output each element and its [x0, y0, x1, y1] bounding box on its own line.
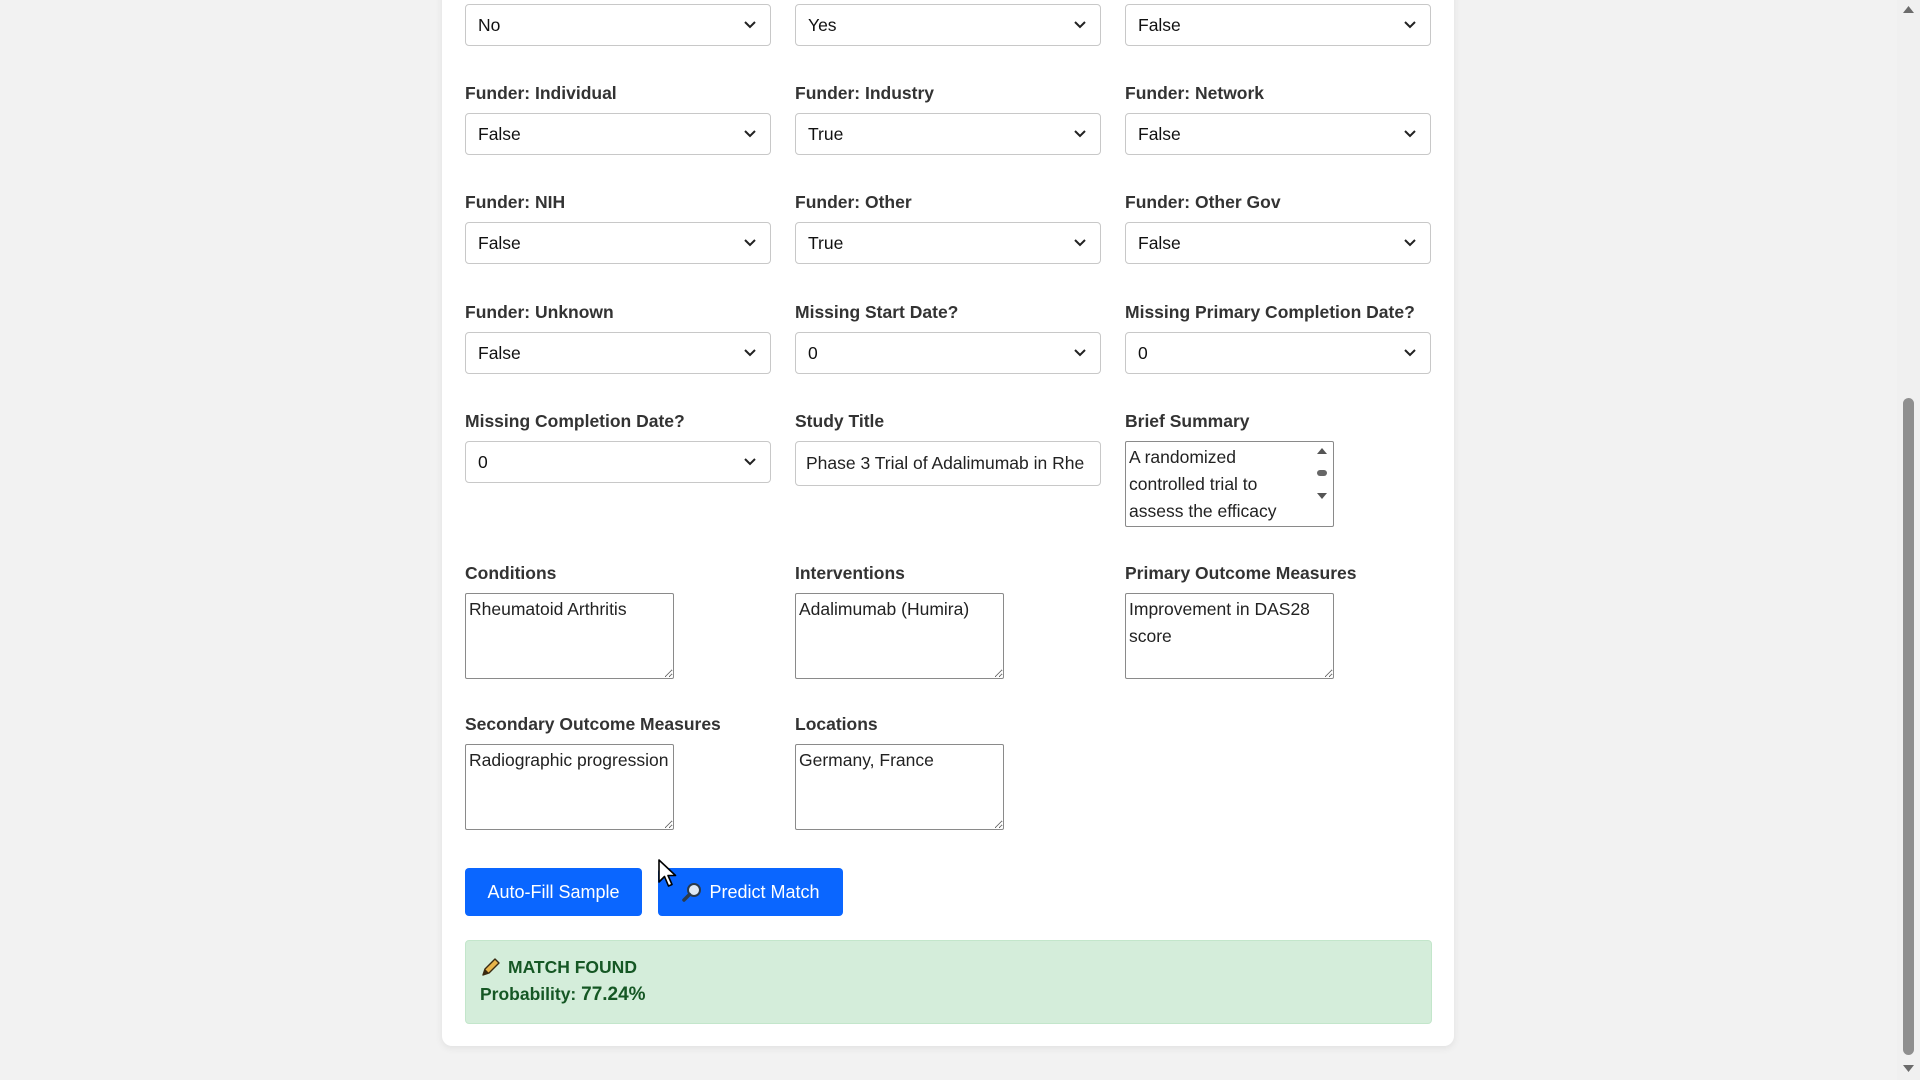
secondary-outcome-measures-textarea[interactable]: Radiographic progression [465, 744, 674, 830]
locations-textarea[interactable]: Germany, France [795, 744, 1004, 830]
funder-network-select[interactable]: False [1125, 113, 1431, 155]
interventions-textarea[interactable]: Adalimumab (Humira) [795, 593, 1004, 679]
funder-industry-select[interactable]: True [795, 113, 1101, 155]
brief-summary-label: Brief Summary [1125, 411, 1250, 431]
funder-nih-select[interactable]: False [465, 222, 771, 264]
field-funder-nih: Funder: NIH False [465, 191, 771, 264]
field-funder-other-gov: Funder: Other Gov False [1125, 191, 1431, 264]
primary-outcome-measures-textarea[interactable]: Improvement in DAS28 score [1125, 593, 1334, 679]
textarea-scrollbar[interactable] [1313, 445, 1331, 503]
funder-nih-label: Funder: NIH [465, 192, 566, 212]
auto-fill-sample-button[interactable]: Auto-Fill Sample [465, 868, 642, 916]
field-locations: Locations Germany, France [795, 713, 1101, 830]
brief-summary-textarea[interactable]: A randomized controlled trial to assess … [1125, 441, 1334, 527]
funder-other-gov-select[interactable]: False [1125, 222, 1431, 264]
field-primary-outcome-measures: Primary Outcome Measures Improvement in … [1125, 562, 1431, 679]
result-probability-line: Probability: 77.24% [480, 984, 1417, 1006]
field-row0-col2: Yes [795, 4, 1101, 46]
missing-completion-date-label: Missing Completion Date? [465, 411, 685, 431]
missing-start-date-select[interactable]: 0 [795, 332, 1101, 374]
field-interventions: Interventions Adalimumab (Humira) [795, 562, 1101, 679]
row0-select-1[interactable]: No [465, 4, 771, 46]
field-funder-unknown: Funder: Unknown False [465, 301, 771, 374]
funder-other-select[interactable]: True [795, 222, 1101, 264]
field-brief-summary: Brief Summary A randomized controlled tr… [1125, 410, 1431, 527]
row0-select-2[interactable]: Yes [795, 4, 1101, 46]
missing-completion-date-select[interactable]: 0 [465, 441, 771, 483]
field-funder-network: Funder: Network False [1125, 82, 1431, 155]
row0-select-3[interactable]: False [1125, 4, 1431, 46]
probability-value: 77.24% [581, 984, 646, 1005]
probability-label: Probability: [480, 984, 577, 1004]
funder-other-label: Funder: Other [795, 192, 912, 212]
field-missing-start-date: Missing Start Date? 0 [795, 301, 1101, 374]
field-missing-primary-completion-date: Missing Primary Completion Date? 0 [1125, 301, 1431, 374]
cursor-icon [658, 859, 677, 887]
result-status-line: MATCH FOUND [480, 956, 1417, 978]
field-conditions: Conditions Rheumatoid Arthritis [465, 562, 771, 679]
missing-start-date-label: Missing Start Date? [795, 302, 959, 322]
field-row0-col1: No [465, 4, 771, 46]
auto-fill-sample-label: Auto-Fill Sample [487, 881, 620, 902]
magnifier-icon [682, 883, 702, 902]
result-status: MATCH FOUND [508, 956, 637, 977]
funder-individual-label: Funder: Individual [465, 83, 617, 103]
funder-individual-select[interactable]: False [465, 113, 771, 155]
conditions-label: Conditions [465, 563, 557, 583]
funder-unknown-label: Funder: Unknown [465, 302, 614, 322]
field-funder-other: Funder: Other True [795, 191, 1101, 264]
primary-outcome-measures-label: Primary Outcome Measures [1125, 563, 1357, 583]
interventions-label: Interventions [795, 563, 905, 583]
locations-label: Locations [795, 714, 878, 734]
conditions-textarea[interactable]: Rheumatoid Arthritis [465, 593, 674, 679]
field-funder-industry: Funder: Industry True [795, 82, 1101, 155]
field-funder-individual: Funder: Individual False [465, 82, 771, 155]
scrollbar-thumb[interactable] [1903, 398, 1914, 1055]
page-scrollbar[interactable] [1897, 0, 1920, 1080]
funder-other-gov-label: Funder: Other Gov [1125, 192, 1281, 212]
study-title-input[interactable] [795, 441, 1101, 486]
field-secondary-outcome-measures: Secondary Outcome Measures Radiographic … [465, 713, 771, 830]
pencil-icon [482, 958, 500, 976]
field-missing-completion-date: Missing Completion Date? 0 [465, 410, 771, 483]
missing-primary-completion-date-select[interactable]: 0 [1125, 332, 1431, 374]
scroll-down-arrow-icon[interactable] [1902, 1064, 1915, 1074]
field-row0-col3: False [1125, 4, 1431, 46]
study-title-label: Study Title [795, 411, 885, 431]
secondary-outcome-measures-label: Secondary Outcome Measures [465, 714, 721, 734]
funder-unknown-select[interactable]: False [465, 332, 771, 374]
field-study-title: Study Title [795, 410, 1101, 486]
predict-match-button[interactable]: Predict Match [658, 868, 843, 916]
missing-primary-completion-date-label: Missing Primary Completion Date? [1125, 302, 1415, 322]
match-result-alert: MATCH FOUND Probability: 77.24% [465, 940, 1432, 1024]
funder-network-label: Funder: Network [1125, 83, 1265, 103]
predict-match-label: Predict Match [709, 881, 820, 902]
funder-industry-label: Funder: Industry [795, 83, 935, 103]
scroll-up-arrow-icon[interactable] [1902, 4, 1915, 14]
